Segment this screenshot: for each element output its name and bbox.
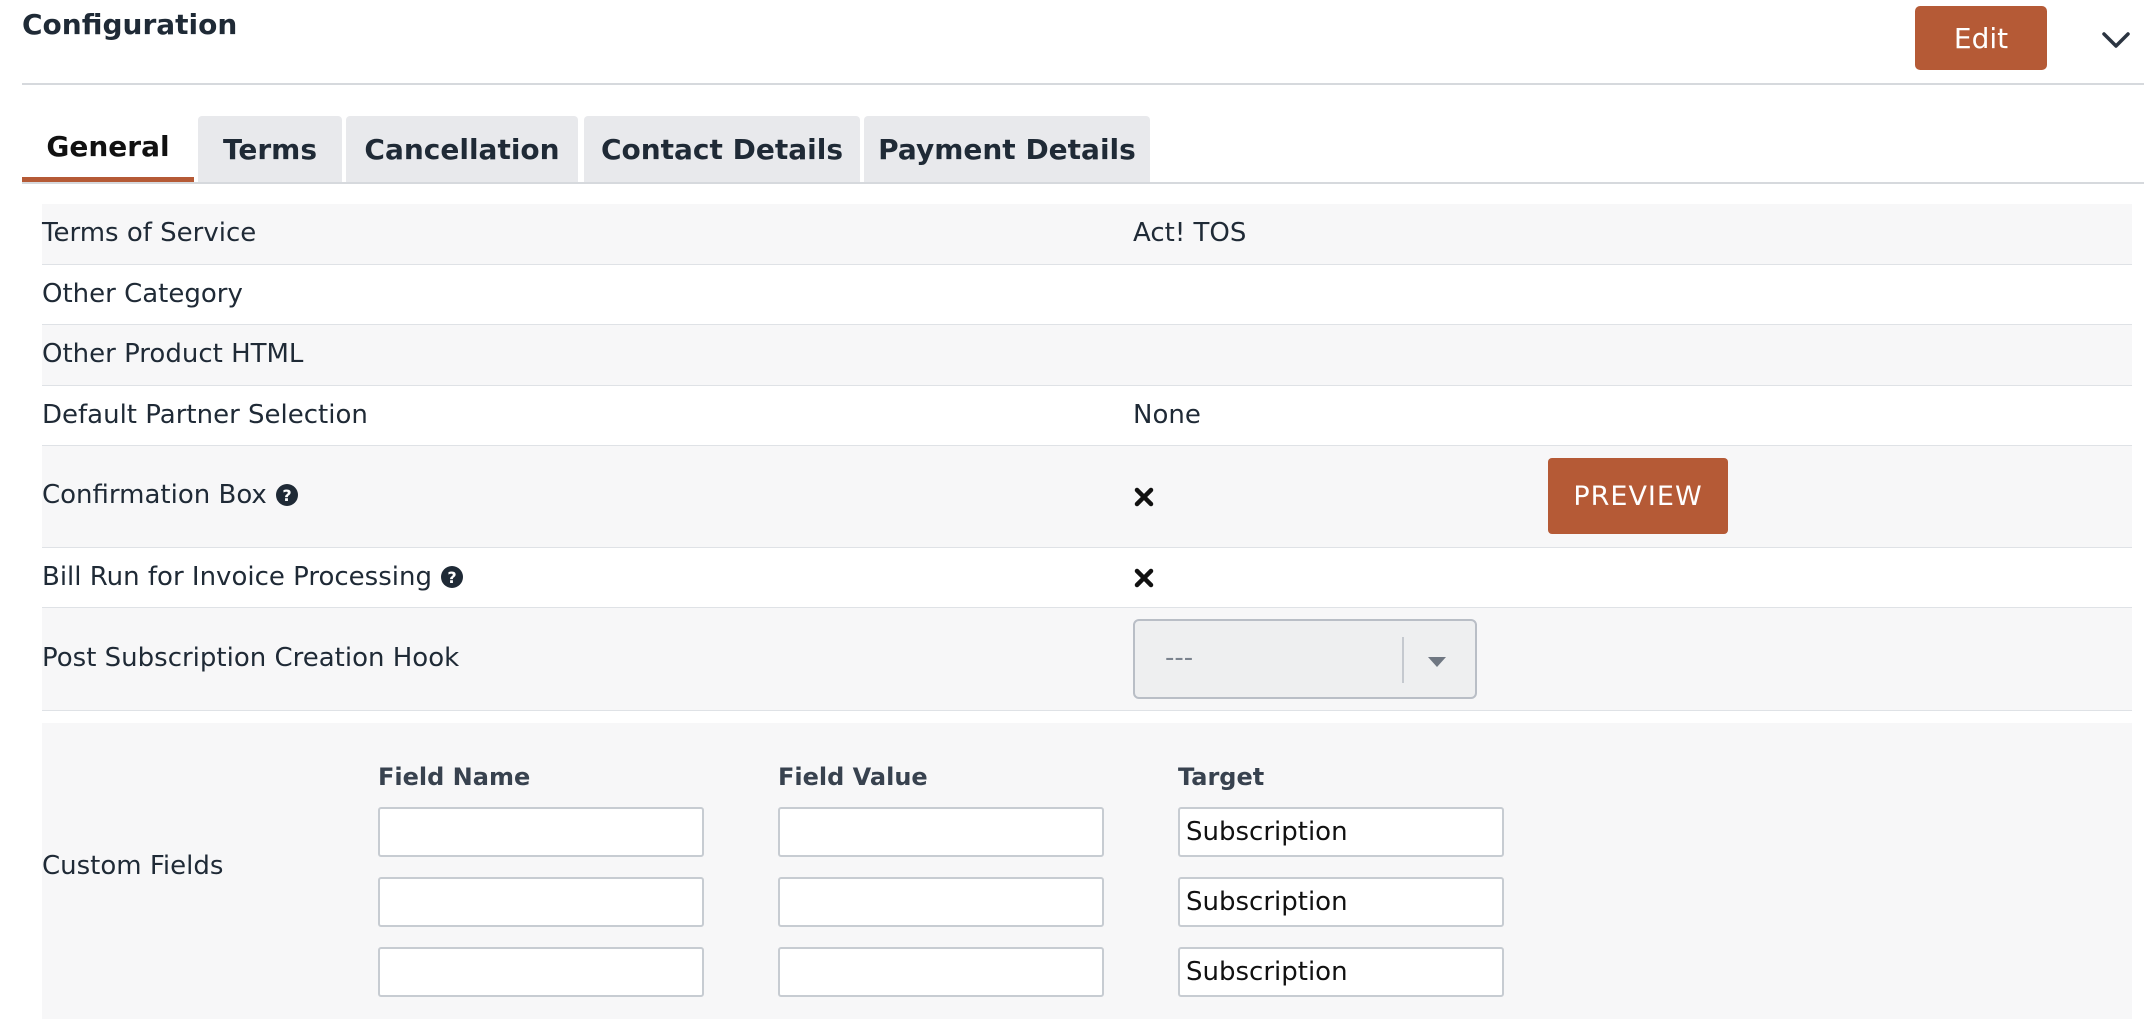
row-post-subscription-hook: Post Subscription Creation Hook --- [42, 608, 2132, 711]
svg-text:?: ? [447, 568, 456, 587]
select-divider [1402, 637, 1404, 683]
column-header-field-name: Field Name [378, 763, 531, 791]
select-value: --- [1165, 643, 1194, 673]
row-confirmation-box: Confirmation Box ? PREVIEW [42, 446, 2132, 548]
column-header-target: Target [1178, 763, 1265, 791]
preview-button[interactable]: PREVIEW [1548, 458, 1728, 534]
x-mark-icon [1134, 568, 1154, 588]
question-circle-icon[interactable]: ? [275, 483, 299, 507]
tab-payment-details[interactable]: Payment Details [864, 116, 1150, 182]
row-custom-fields: Custom Fields Field Name Field Value Tar… [42, 723, 2132, 1019]
row-label: Custom Fields [42, 851, 224, 881]
row-other-category: Other Category [42, 265, 2132, 325]
row-label: Other Product HTML [42, 339, 304, 369]
field-value-input[interactable] [778, 807, 1104, 857]
column-header-field-value: Field Value [778, 763, 928, 791]
row-default-partner: Default Partner Selection None [42, 386, 2132, 446]
row-value: None [1133, 400, 1201, 430]
row-terms-of-service: Terms of Service Act! TOS [42, 204, 2132, 265]
svg-text:?: ? [282, 486, 291, 505]
row-label-text: Bill Run for Invoice Processing [42, 562, 432, 592]
row-other-product-html: Other Product HTML [42, 325, 2132, 386]
post-hook-select[interactable]: --- [1133, 619, 1477, 699]
collapse-toggle[interactable] [2096, 20, 2136, 60]
field-value-input[interactable] [778, 947, 1104, 997]
config-header: Configuration Edit [22, 0, 2144, 85]
row-label: Terms of Service [42, 218, 257, 248]
tab-general[interactable]: General [22, 116, 194, 182]
row-label: Other Category [42, 279, 243, 309]
row-label: Confirmation Box ? [42, 480, 299, 510]
x-mark-icon [1134, 487, 1154, 507]
tab-cancellation[interactable]: Cancellation [346, 116, 578, 182]
row-label-text: Confirmation Box [42, 480, 267, 510]
target-input[interactable] [1178, 807, 1504, 857]
tab-bar: General Terms Cancellation Contact Detai… [22, 116, 2144, 184]
tab-contact-details[interactable]: Contact Details [584, 116, 860, 182]
row-label: Bill Run for Invoice Processing ? [42, 562, 464, 592]
caret-down-icon [1428, 657, 1446, 667]
field-name-input[interactable] [378, 947, 704, 997]
page-title: Configuration [22, 8, 238, 41]
target-input[interactable] [1178, 877, 1504, 927]
row-value: Act! TOS [1133, 218, 1247, 248]
field-value-input[interactable] [778, 877, 1104, 927]
edit-button[interactable]: Edit [1915, 6, 2047, 70]
target-input[interactable] [1178, 947, 1504, 997]
row-bill-run: Bill Run for Invoice Processing ? [42, 548, 2132, 608]
field-name-input[interactable] [378, 807, 704, 857]
chevron-down-icon [2102, 32, 2130, 48]
tab-terms[interactable]: Terms [198, 116, 342, 182]
row-label: Default Partner Selection [42, 400, 368, 430]
row-label: Post Subscription Creation Hook [42, 643, 460, 673]
question-circle-icon[interactable]: ? [440, 565, 464, 589]
field-name-input[interactable] [378, 877, 704, 927]
